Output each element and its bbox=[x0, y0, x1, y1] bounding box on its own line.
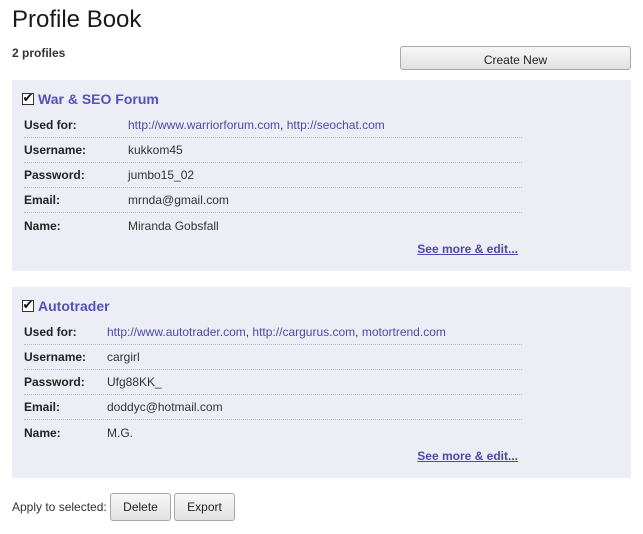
profile-title-link[interactable]: War & SEO Forum bbox=[38, 91, 159, 107]
checkbox-checked-icon: ✔ bbox=[22, 298, 34, 313]
profile-title-link[interactable]: Autotrader bbox=[38, 298, 110, 314]
checkbox-checked-icon: ✔ bbox=[22, 91, 34, 106]
separator: , bbox=[355, 325, 359, 339]
field-label: Used for: bbox=[24, 325, 77, 339]
username-value: cargirl bbox=[107, 350, 140, 364]
export-button[interactable]: Export bbox=[174, 493, 235, 521]
separator: , bbox=[245, 325, 250, 339]
profile-count: 2 profiles bbox=[12, 46, 66, 60]
profile-card: ✔ War & SEO Forum Used for: http://www.w… bbox=[12, 80, 631, 271]
field-label: Name: bbox=[24, 218, 61, 233]
profile-card-header: ✔ War & SEO Forum bbox=[22, 90, 159, 108]
site-link[interactable]: http://cargurus.com bbox=[252, 325, 355, 339]
email-value: doddyc@hotmail.com bbox=[107, 400, 223, 414]
separator: , bbox=[280, 118, 284, 132]
site-link[interactable]: http://www.autotrader.com bbox=[107, 325, 246, 339]
site-link[interactable]: http://seochat.com bbox=[287, 118, 385, 132]
site-link[interactable]: http://www.warriorforum.com bbox=[128, 118, 280, 132]
profile-select-checkbox[interactable]: ✔ bbox=[22, 298, 34, 313]
profile-select-checkbox[interactable]: ✔ bbox=[22, 91, 34, 106]
field-row-email: Email: doddyc@hotmail.com bbox=[24, 395, 522, 420]
field-label: Username: bbox=[24, 350, 87, 364]
delete-button[interactable]: Delete bbox=[110, 493, 171, 521]
page-title: Profile Book bbox=[12, 6, 142, 33]
field-row-name: Name: Miranda Gobsfall bbox=[24, 213, 522, 238]
field-label: Email: bbox=[24, 193, 61, 207]
field-label: Password: bbox=[24, 168, 85, 182]
profile-fields: Used for: http://www.autotrader.com, htt… bbox=[24, 320, 522, 445]
field-row-used-for: Used for: http://www.warriorforum.com, h… bbox=[24, 113, 522, 138]
password-value: jumbo15_02 bbox=[128, 168, 195, 182]
create-new-button[interactable]: Create New bbox=[400, 46, 631, 70]
field-label: Password: bbox=[24, 375, 85, 389]
field-row-used-for: Used for: http://www.autotrader.com, htt… bbox=[24, 320, 522, 345]
profile-card: ✔ Autotrader Used for: http://www.autotr… bbox=[12, 287, 631, 478]
email-value: mrnda@gmail.com bbox=[128, 193, 229, 207]
field-label: Used for: bbox=[24, 118, 77, 132]
name-value: M.G. bbox=[107, 425, 133, 440]
field-label: Email: bbox=[24, 400, 61, 414]
field-row-name: Name: M.G. bbox=[24, 420, 522, 445]
field-label: Name: bbox=[24, 425, 61, 440]
field-row-password: Password: jumbo15_02 bbox=[24, 163, 522, 188]
profile-fields: Used for: http://www.warriorforum.com, h… bbox=[24, 113, 522, 238]
field-value: http://www.autotrader.com, http://cargur… bbox=[107, 325, 446, 339]
see-more-edit-link[interactable]: See more & edit... bbox=[417, 242, 518, 256]
apply-to-selected-label: Apply to selected: bbox=[12, 500, 107, 514]
field-row-username: Username: kukkom45 bbox=[24, 138, 522, 163]
password-value: Ufg88KK_ bbox=[107, 375, 162, 389]
field-row-password: Password: Ufg88KK_ bbox=[24, 370, 522, 395]
field-row-email: Email: mrnda@gmail.com bbox=[24, 188, 522, 213]
see-more-edit-link[interactable]: See more & edit... bbox=[417, 449, 518, 463]
field-row-username: Username: cargirl bbox=[24, 345, 522, 370]
site-link[interactable]: motortrend.com bbox=[362, 325, 446, 339]
field-value: http://www.warriorforum.com, http://seoc… bbox=[128, 118, 385, 132]
name-value: Miranda Gobsfall bbox=[128, 218, 219, 233]
username-value: kukkom45 bbox=[128, 143, 183, 157]
profile-card-header: ✔ Autotrader bbox=[22, 297, 110, 315]
field-label: Username: bbox=[24, 143, 87, 157]
